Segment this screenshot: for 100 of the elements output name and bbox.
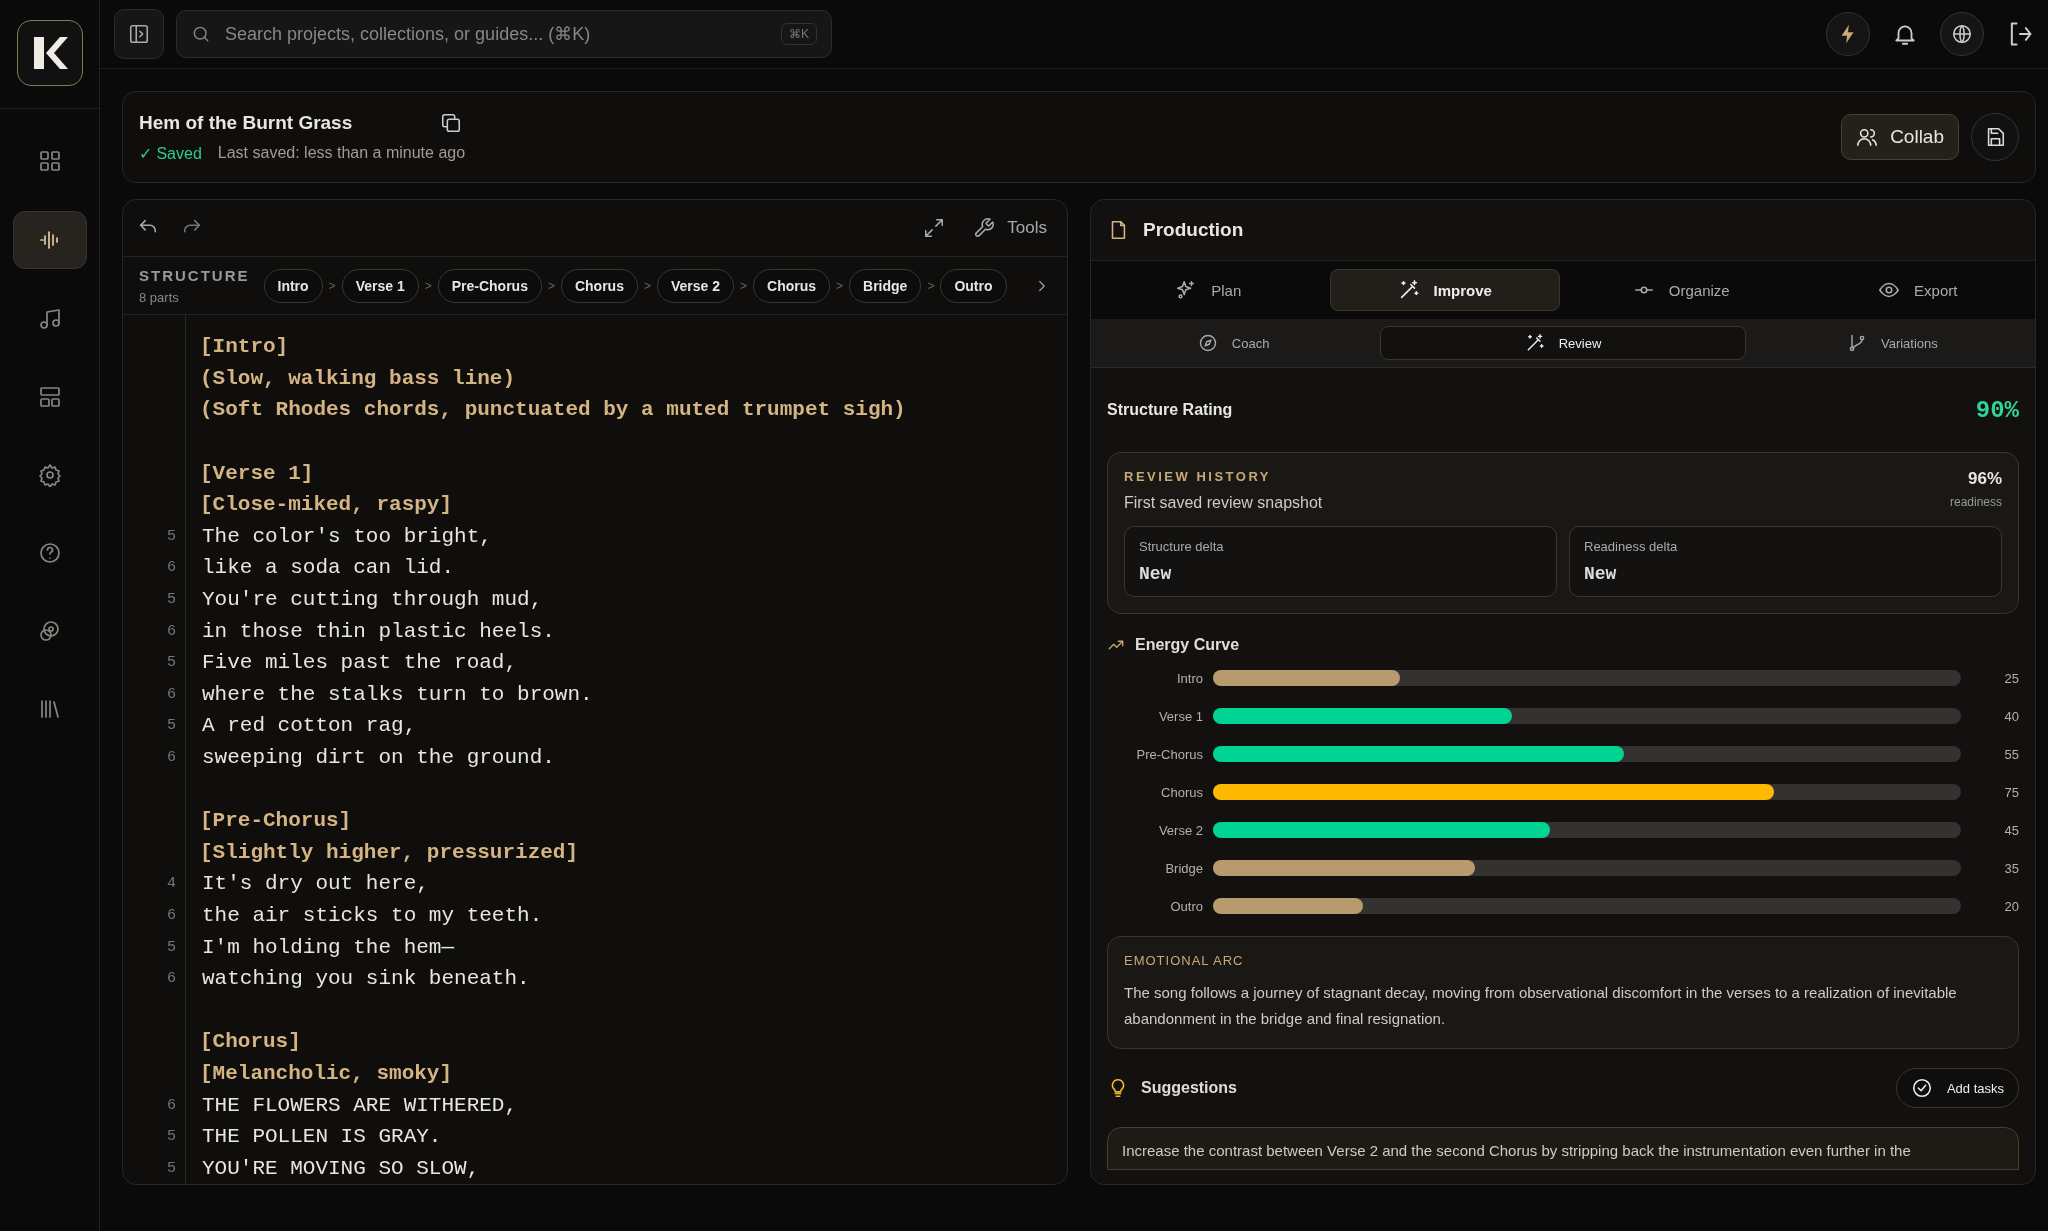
energy-label: Verse 2 [1157,822,1203,838]
lyric-line: like a soda can lid. [202,556,455,580]
section-tag: (Slow, walking bass line) [186,366,516,390]
energy-value: 55 [2003,746,2019,762]
shortcut-hint: ⌘K [781,23,817,45]
separator: > [643,278,651,293]
energy-label: Intro [1176,670,1203,686]
tab[interactable]: Plan [1093,269,1324,311]
energy-value: 20 [2003,898,2019,914]
sidebar-item[interactable] [12,211,87,269]
search-field[interactable]: Search projects, collections, or guides... (⌘K) [223,22,769,46]
section-tag: [Slightly higher, pressurized] [186,840,579,864]
search-icon [191,24,211,44]
syllable-count: 5 [166,527,177,545]
section-chip[interactable]: Bridge [849,268,922,303]
search-bar[interactable]: Search projects, collections, or guides... (⌘K) ⌘K [176,10,832,58]
copy-button[interactable] [440,111,463,134]
globe-icon [1951,23,1973,45]
lyric-line: You're cutting through mud, [202,588,543,611]
delta-label: Readiness delta [1584,539,1679,554]
section-chip[interactable]: Chorus [753,268,831,303]
help-icon [37,541,62,565]
rating-label: Structure Rating [1107,401,1233,419]
parts-count: 8 parts [139,289,179,305]
lyric-line: where the stalks turn to brown. [202,682,593,706]
lyric-line: I'm holding the hem— [202,935,455,959]
sidebar-toggle-button[interactable] [114,9,164,59]
separator: > [927,278,935,293]
syllable-count: 6 [166,749,177,766]
section-tag: (Soft Rhodes chords, punctuated by a muted trumpet sigh) [186,398,906,422]
tab[interactable]: Improve [1329,269,1560,311]
energy-label: Pre-Chorus [1135,746,1203,762]
energy-value: 40 [2003,708,2019,724]
section-chip[interactable]: Verse 1 [341,268,419,303]
lyric-line: watching you sink beneath. [202,967,530,991]
add-tasks-button[interactable]: Add tasks [1895,1068,2019,1108]
app-logo[interactable] [16,20,83,86]
lyric-line: THE POLLEN IS GRAY. [202,1125,442,1149]
tab[interactable]: Organize [1566,269,1797,311]
save-status: ✓ Saved [139,143,202,163]
energy-value: 75 [2003,784,2019,800]
subtab[interactable]: Review [1380,326,1746,360]
panel-title: Production [1143,219,1244,241]
lyric-line: The color's too bright, [202,524,492,548]
syllable-count: 5 [166,591,177,608]
section-chip[interactable]: Verse 2 [656,268,735,303]
syllable-count: 5 [166,1159,177,1177]
syllable-count: 5 [166,654,177,672]
section-chip[interactable]: Pre-Chorus [437,268,542,303]
energy-value: 25 [2003,670,2019,686]
lightning-button[interactable] [1826,12,1870,56]
energy-value: 35 [2003,860,2019,876]
structure-label: STRUCTURE [139,266,250,284]
lyric-line: YOU'RE MOVING SO SLOW, [202,1156,480,1180]
last-saved-text: Last saved: less than a minute ago [217,143,466,163]
wrench-icon [973,217,996,240]
tab[interactable]: Export [1802,269,2033,311]
expand-button[interactable] [923,217,946,240]
section-chip[interactable]: Chorus [560,268,638,303]
layout-icon [37,385,62,409]
compass-icon [1197,333,1218,353]
history-title: REVIEW HISTORY [1124,469,1272,484]
separator: > [836,278,844,293]
suggestion-text: Increase the contrast between Verse 2 and the second Chorus by stripping back the instrumentation even further in the [1122,1142,1911,1159]
section-tag: [Intro] [186,335,289,359]
delta-value: New [1584,564,1618,584]
arc-title: EMOTIONAL ARC [1124,953,1245,968]
settings-icon [37,463,62,487]
check-circle-icon [1910,1077,1933,1099]
section-tag: [Verse 1] [186,461,314,485]
lyric-line: in those thin plastic heels. [202,619,555,643]
panel-icon [128,23,150,45]
copy-icon [440,111,463,134]
language-button[interactable] [1940,12,1984,56]
section-tag: [Melancholic, smoky] [186,1061,453,1085]
syllable-count: 5 [166,938,177,956]
delta-label: Structure delta [1139,539,1225,554]
energy-label: Bridge [1164,860,1203,876]
lyric-line: Five miles past the road, [202,651,518,675]
separator: > [740,278,748,293]
separator: > [547,278,555,293]
expand-icon [923,217,946,240]
section-tag: [Pre-Chorus] [186,809,352,833]
users-icon [1856,126,1879,148]
save-button[interactable] [1971,113,2019,161]
subtab[interactable]: Variations [1751,326,2033,360]
section-tag: [Close-miked, raspy] [186,493,453,517]
syllable-count: 6 [166,685,177,703]
tools-button[interactable]: Tools [967,216,1053,241]
arc-text: The song follows a journey of stagnant decay, moving from observational discomfort in the verses to a realization of inevitable abandonment in the bridge and final resignation. [1124,983,1958,1029]
collab-button[interactable]: Collab [1841,114,1959,160]
section-chip[interactable]: Intro [263,268,323,303]
energy-label: Outro [1169,898,1203,914]
section-chip[interactable]: Outro [940,268,1007,303]
subtab[interactable]: Coach [1093,326,1375,360]
lyric-line: the air sticks to my teeth. [202,903,543,927]
project-title: Hem of the Burnt Grass [139,111,353,134]
grid-icon [37,149,62,173]
separator: > [424,278,432,293]
syllable-count: 6 [166,622,177,640]
